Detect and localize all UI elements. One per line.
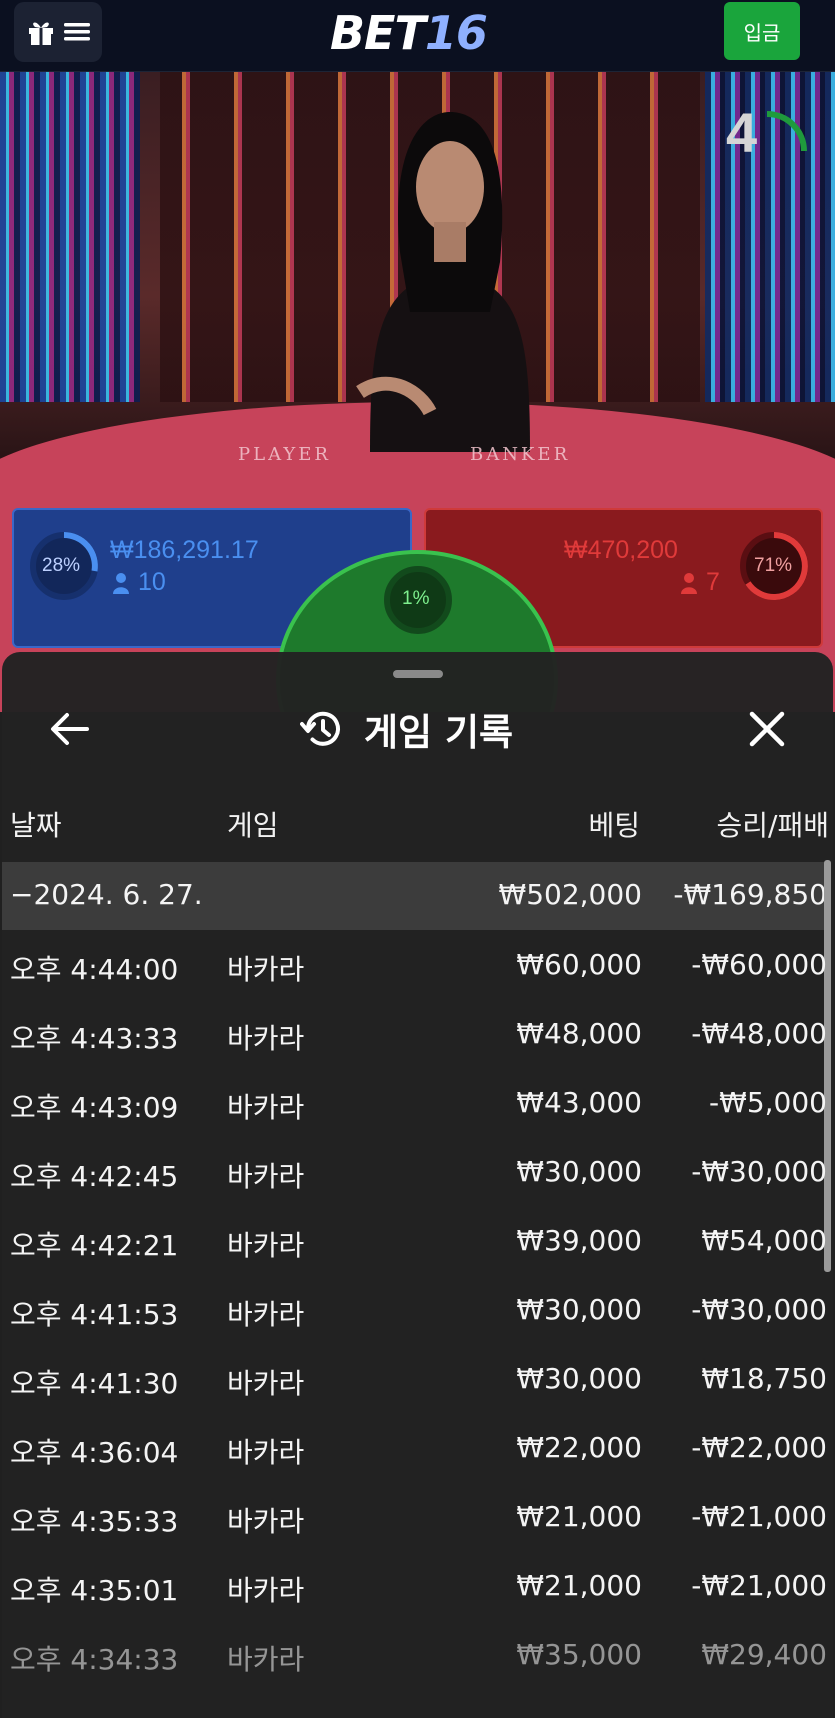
sheet-title: 게임 기록 xyxy=(300,700,513,758)
table-banker-label: BANKER xyxy=(470,444,571,465)
player-bettor-count: 10 xyxy=(138,568,166,596)
row-bet: ₩60,000 xyxy=(516,948,642,981)
column-header-game[interactable]: 게임 xyxy=(227,804,279,844)
row-bet: ₩48,000 xyxy=(516,1017,642,1050)
table-row[interactable]: 오후 4:36:04 바카라 ₩22,000 -₩22,000 xyxy=(2,1415,831,1484)
back-button[interactable] xyxy=(42,702,96,756)
table-row[interactable]: 오후 4:43:09 바카라 ₩43,000 -₩5,000 xyxy=(2,1070,831,1139)
row-result: -₩60,000 xyxy=(691,948,827,981)
table-row[interactable]: 오후 4:44:00 바카라 ₩60,000 -₩60,000 xyxy=(2,932,831,1001)
promo-menu-button[interactable] xyxy=(14,2,102,62)
row-time: 오후 4:42:45 xyxy=(10,1160,179,1193)
row-result: -₩21,000 xyxy=(691,1569,827,1602)
row-result: -₩5,000 xyxy=(709,1086,827,1119)
row-time: 오후 4:43:33 xyxy=(10,1022,179,1055)
row-result: ₩18,750 xyxy=(701,1362,827,1395)
brand-logo[interactable]: BET16 xyxy=(330,6,488,60)
banker-bet-amount: ₩470,200 xyxy=(564,536,678,564)
deposit-button[interactable]: 입금 xyxy=(724,2,800,60)
game-history-sheet: 게임 기록 날짜 게임 베팅 승리/패배 −2024. 6. 27. ₩502,… xyxy=(2,652,833,1718)
sheet-title-text: 게임 기록 xyxy=(364,711,514,754)
sheet-drag-handle[interactable] xyxy=(393,670,443,678)
logo-text: BET xyxy=(330,6,426,60)
group-bet-total: ₩502,000 xyxy=(498,878,642,911)
row-result: ₩29,400 xyxy=(701,1638,827,1671)
row-bet: ₩30,000 xyxy=(516,1362,642,1395)
row-game: 바카라 xyxy=(227,1367,305,1400)
row-time: 오후 4:34:33 xyxy=(10,1643,179,1676)
row-result: ₩54,000 xyxy=(701,1224,827,1257)
logo-number: 16 xyxy=(424,6,488,60)
row-bet: ₩22,000 xyxy=(516,1431,642,1464)
app-screen: BET16 입금 PLAYER BANKER 4 28% ₩186,291.17 xyxy=(0,0,835,1718)
table-row[interactable]: 오후 4:42:45 바카라 ₩30,000 -₩30,000 xyxy=(2,1139,831,1208)
row-time: 오후 4:35:01 xyxy=(10,1574,179,1607)
row-bet: ₩39,000 xyxy=(516,1224,642,1257)
row-game: 바카라 xyxy=(227,1022,305,1055)
live-dealer-stream: PLAYER BANKER 4 28% ₩186,291.17 10 ₩470,… xyxy=(0,72,835,712)
row-bet: ₩35,000 xyxy=(516,1638,642,1671)
table-row[interactable]: 오후 4:41:30 바카라 ₩30,000 ₩18,750 xyxy=(2,1346,831,1415)
group-date: −2024. 6. 27. xyxy=(10,878,203,911)
table-row[interactable]: 오후 4:34:33 바카라 ₩35,000 ₩29,400 xyxy=(2,1622,831,1691)
row-bet: ₩43,000 xyxy=(516,1086,642,1119)
history-list: 오후 4:44:00 바카라 ₩60,000 -₩60,000 오후 4:43:… xyxy=(2,932,831,1691)
row-result: -₩22,000 xyxy=(691,1431,827,1464)
hamburger-icon xyxy=(64,23,90,41)
banker-bettor-count: 7 xyxy=(706,568,720,596)
tie-percent: 1% xyxy=(402,588,430,609)
top-bar: BET16 입금 xyxy=(0,0,835,72)
table-row[interactable]: 오후 4:35:33 바카라 ₩21,000 -₩21,000 xyxy=(2,1484,831,1553)
player-percent: 28% xyxy=(42,555,81,576)
row-time: 오후 4:36:04 xyxy=(10,1436,179,1469)
row-time: 오후 4:41:53 xyxy=(10,1298,179,1331)
row-bet: ₩21,000 xyxy=(516,1500,642,1533)
column-header-bet[interactable]: 베팅 xyxy=(588,804,640,844)
row-game: 바카라 xyxy=(227,1160,305,1193)
row-result: -₩48,000 xyxy=(691,1017,827,1050)
row-time: 오후 4:43:09 xyxy=(10,1091,179,1124)
row-game: 바카라 xyxy=(227,1091,305,1124)
group-result-total: -₩169,850 xyxy=(673,878,827,911)
background-lights-left xyxy=(0,72,140,402)
row-result: -₩21,000 xyxy=(691,1500,827,1533)
column-header-date[interactable]: 날짜 xyxy=(10,804,62,844)
player-bet-amount: ₩186,291.17 xyxy=(110,536,259,564)
person-icon xyxy=(113,573,129,594)
close-button[interactable] xyxy=(740,702,794,756)
row-time: 오후 4:35:33 xyxy=(10,1505,179,1538)
row-time: 오후 4:44:00 xyxy=(10,953,179,986)
row-game: 바카라 xyxy=(227,1298,305,1331)
table-row[interactable]: 오후 4:42:21 바카라 ₩39,000 ₩54,000 xyxy=(2,1208,831,1277)
row-game: 바카라 xyxy=(227,1229,305,1262)
table-row[interactable]: 오후 4:43:33 바카라 ₩48,000 -₩48,000 xyxy=(2,1001,831,1070)
close-icon xyxy=(749,711,785,747)
person-icon xyxy=(681,573,697,594)
row-bet: ₩21,000 xyxy=(516,1569,642,1602)
table-row[interactable]: 오후 4:35:01 바카라 ₩21,000 -₩21,000 xyxy=(2,1553,831,1622)
row-game: 바카라 xyxy=(227,1574,305,1607)
row-time: 오후 4:41:30 xyxy=(10,1367,179,1400)
arrow-left-icon xyxy=(51,713,89,745)
row-bet: ₩30,000 xyxy=(516,1293,642,1326)
history-icon xyxy=(300,711,340,746)
row-result: -₩30,000 xyxy=(691,1293,827,1326)
countdown-timer: 4 xyxy=(726,101,758,164)
row-game: 바카라 xyxy=(227,1436,305,1469)
row-game: 바카라 xyxy=(227,953,305,986)
row-game: 바카라 xyxy=(227,1643,305,1676)
date-group-row[interactable]: −2024. 6. 27. ₩502,000 -₩169,850 xyxy=(2,862,831,930)
row-bet: ₩30,000 xyxy=(516,1155,642,1188)
gift-icon xyxy=(29,22,53,45)
banker-percent: 71% xyxy=(754,555,793,576)
table-row[interactable]: 오후 4:41:53 바카라 ₩30,000 -₩30,000 xyxy=(2,1277,831,1346)
row-game: 바카라 xyxy=(227,1505,305,1538)
table-player-label: PLAYER xyxy=(238,444,331,465)
dealer-figure xyxy=(356,112,530,452)
row-time: 오후 4:42:21 xyxy=(10,1229,179,1262)
column-header-result[interactable]: 승리/패배 xyxy=(717,804,829,844)
row-result: -₩30,000 xyxy=(691,1155,827,1188)
